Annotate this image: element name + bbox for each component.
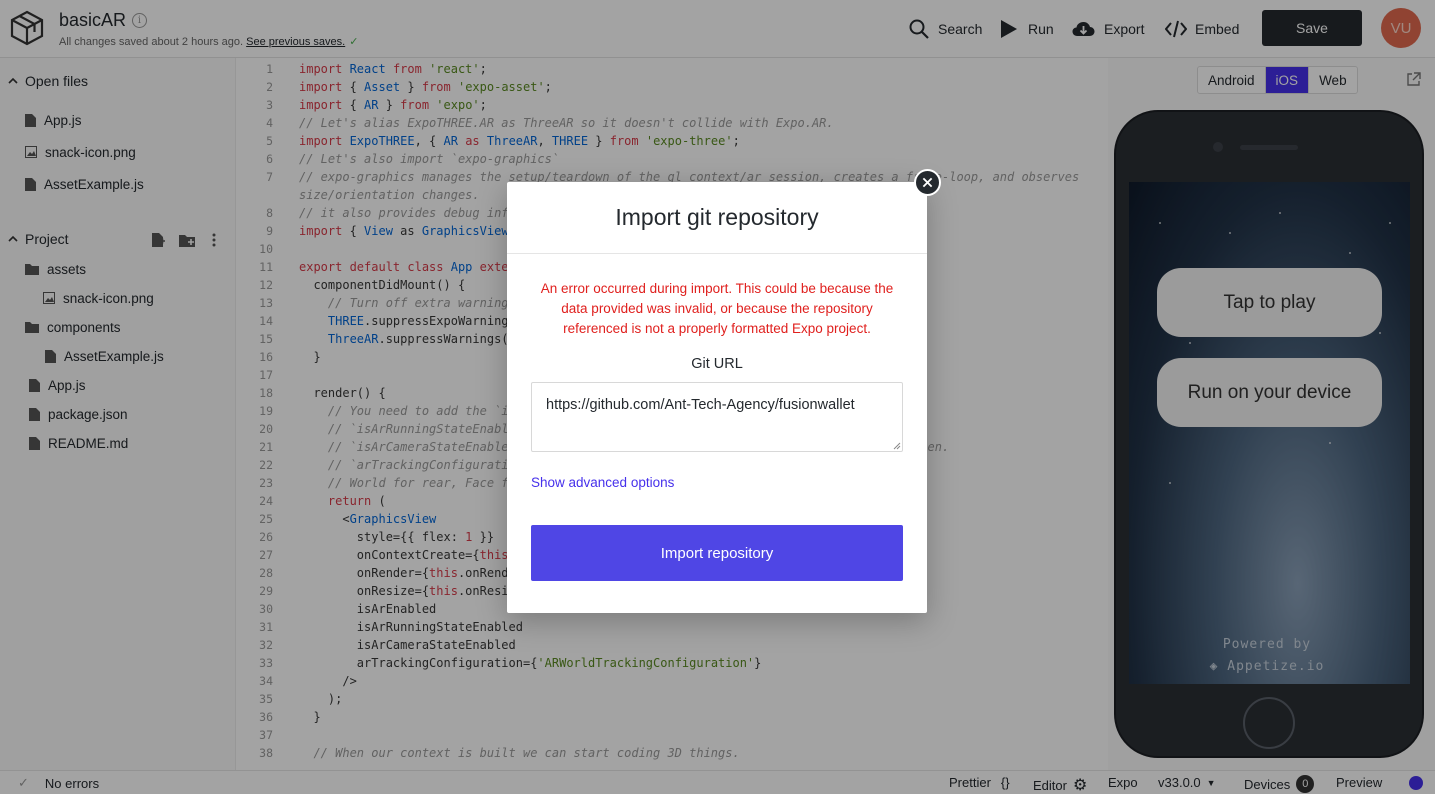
show-advanced-options-link[interactable]: Show advanced options <box>531 475 674 490</box>
import-git-dialog: Import git repository An error occurred … <box>507 182 927 613</box>
dialog-title: Import git repository <box>507 182 927 254</box>
git-url-label: Git URL <box>691 356 743 372</box>
import-error-message: An error occurred during import. This co… <box>540 281 894 336</box>
resize-grip-icon[interactable] <box>893 442 901 450</box>
import-repository-button[interactable]: Import repository <box>531 525 903 581</box>
close-dialog-button[interactable] <box>914 169 941 196</box>
git-url-input[interactable]: https://github.com/Ant-Tech-Agency/fusio… <box>531 382 903 452</box>
close-icon <box>922 177 933 188</box>
